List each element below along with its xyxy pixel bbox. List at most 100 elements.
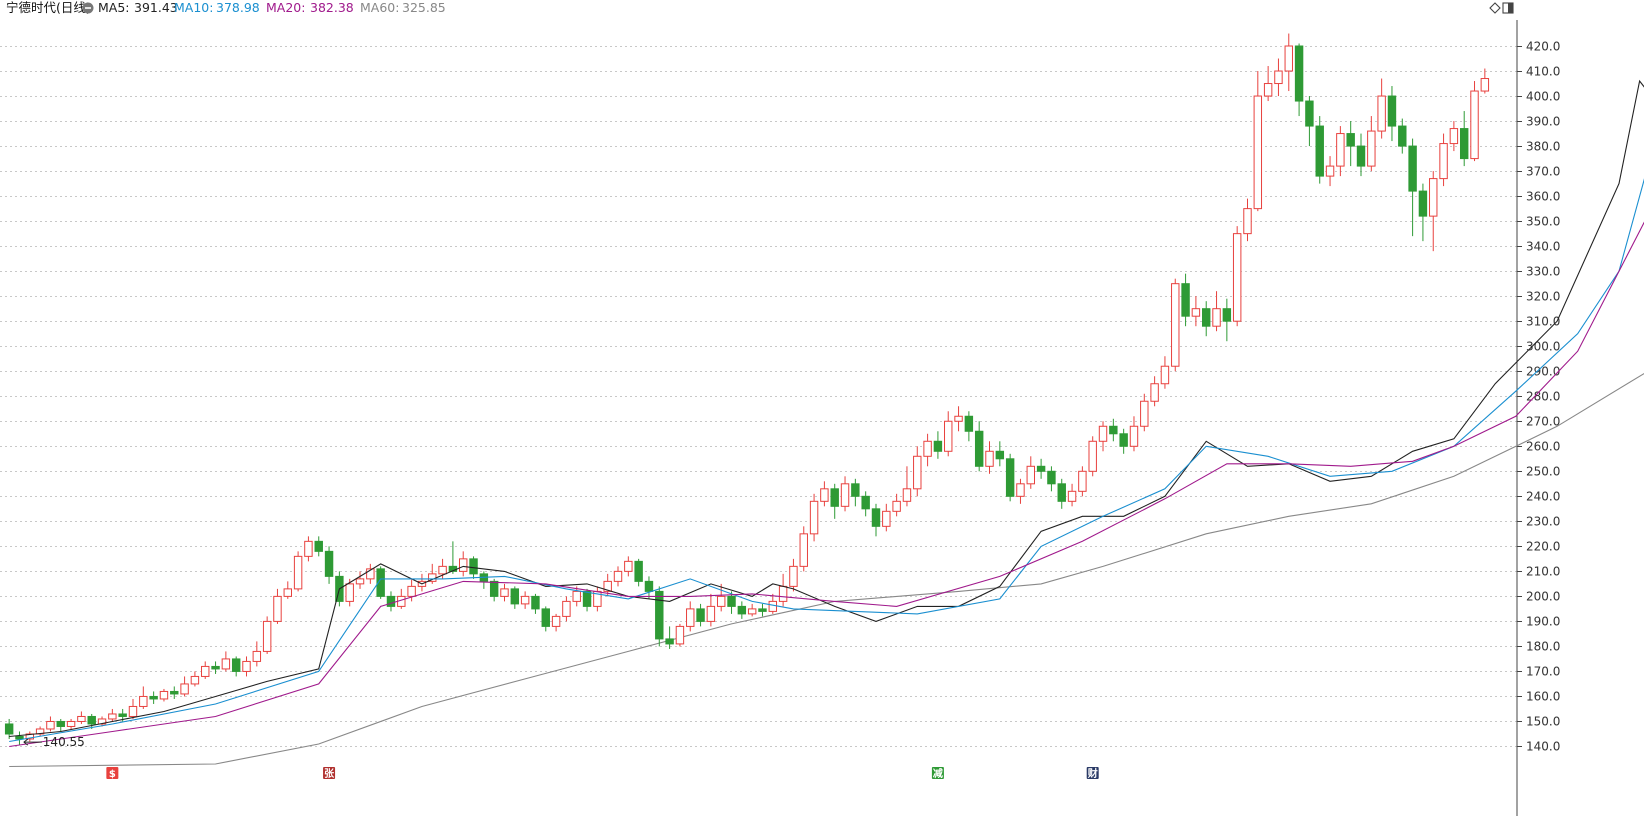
- circle-minus-icon[interactable]: [82, 2, 94, 14]
- event-marker[interactable]: 财: [1086, 767, 1099, 780]
- ma5-line: [9, 79, 1644, 738]
- y-tick-label: 250.0: [1526, 465, 1560, 479]
- candle: [201, 661, 210, 679]
- candle: [531, 593, 540, 614]
- candle-body-up: [459, 558, 468, 572]
- candle: [304, 536, 313, 562]
- candle-body-down: [118, 713, 127, 717]
- candle-body-up: [1067, 490, 1077, 502]
- candle-body-up: [624, 560, 633, 572]
- candle-body-up: [500, 588, 509, 597]
- candle-body-up: [1336, 133, 1345, 167]
- candle-body-down: [87, 715, 96, 725]
- candle-body-up: [1140, 400, 1149, 427]
- candle: [1325, 156, 1335, 187]
- candle-body-down: [324, 550, 334, 577]
- candle-body-down: [974, 430, 984, 467]
- candle-body-down: [1222, 308, 1232, 322]
- candle-body-down: [727, 595, 736, 607]
- candle: [1026, 456, 1035, 489]
- candle: [1439, 133, 1448, 187]
- candle-body-up: [345, 583, 354, 602]
- candle: [809, 493, 819, 542]
- candle: [1202, 301, 1211, 337]
- candle-body-up: [221, 658, 231, 670]
- candle-body-up: [252, 650, 262, 662]
- candle: [56, 718, 65, 732]
- candle: [675, 623, 685, 647]
- candlestick-chart: 宁德时代(日线) MA5: 391.43 MA10: 378.98 MA20: …: [0, 0, 1644, 816]
- stock-title: 宁德时代(日线): [6, 0, 91, 15]
- candle-body-up: [190, 675, 200, 685]
- candle: [820, 481, 829, 507]
- candle-body-up: [1429, 178, 1438, 217]
- candle: [221, 651, 231, 672]
- candle-body-down: [211, 665, 220, 670]
- candle: [1305, 96, 1314, 147]
- event-marker[interactable]: $: [106, 767, 119, 780]
- candle-body-down: [1181, 283, 1190, 317]
- candle-body-up: [789, 565, 798, 587]
- candle: [128, 698, 138, 719]
- candle-body-down: [665, 638, 674, 645]
- candle: [892, 493, 901, 517]
- candle: [46, 716, 55, 732]
- candles: [4, 33, 1490, 746]
- candle-body-up: [1078, 470, 1087, 492]
- candle: [1036, 458, 1046, 479]
- candle-body-up: [242, 660, 251, 672]
- candle: [964, 411, 974, 442]
- event-marker[interactable]: 张: [323, 767, 336, 780]
- candle: [747, 603, 757, 617]
- candle-body-down: [1202, 308, 1211, 327]
- ma60-value: 325.85: [402, 0, 446, 15]
- candle-body-up: [1325, 165, 1335, 177]
- candle-body-down: [830, 488, 839, 507]
- candle: [314, 536, 323, 557]
- candle: [624, 556, 633, 577]
- candle-body-up: [273, 595, 282, 622]
- candle-body-up: [882, 510, 891, 527]
- candle: [293, 551, 303, 592]
- candle: [1005, 453, 1015, 502]
- event-marker[interactable]: 减: [931, 767, 944, 780]
- candle: [1016, 478, 1025, 504]
- candle: [1212, 291, 1221, 332]
- candle-body-up: [1171, 283, 1180, 367]
- candle: [108, 708, 117, 722]
- candle: [799, 526, 808, 572]
- candle: [459, 551, 468, 577]
- candle: [1418, 183, 1428, 242]
- candle-body-down: [4, 723, 14, 735]
- candle: [1078, 466, 1087, 497]
- panel-toggle-icon[interactable]: [1502, 2, 1514, 14]
- candle-body-up: [139, 695, 148, 707]
- candle: [593, 586, 602, 612]
- ma10-line: [9, 178, 1644, 743]
- candle-body-up: [613, 570, 623, 582]
- ma5-value: 391.43: [134, 0, 178, 15]
- candle: [861, 491, 870, 517]
- candle-body-down: [696, 608, 705, 622]
- candle-body-down: [933, 440, 943, 452]
- candle: [882, 503, 891, 532]
- y-tick-label: 300.0: [1526, 340, 1560, 354]
- candle-body-down: [964, 415, 974, 432]
- candle-body-down: [56, 720, 65, 727]
- candle-body-up: [747, 608, 757, 615]
- candle: [1356, 133, 1366, 177]
- event-marker-glyph: 财: [1087, 767, 1098, 780]
- candle-body-up: [1263, 83, 1273, 97]
- candle-body-up: [809, 500, 819, 535]
- ma60-label: MA60:: [360, 0, 399, 15]
- candle: [551, 613, 561, 632]
- y-tick-label: 140.0: [1526, 740, 1560, 754]
- chart-header: 宁德时代(日线) MA5: 391.43 MA10: 378.98 MA20: …: [6, 0, 1514, 15]
- diamond-icon[interactable]: [1489, 2, 1501, 14]
- candle-body-down: [1036, 465, 1046, 472]
- candle-body-down: [1315, 125, 1324, 177]
- candle-body-down: [510, 588, 520, 605]
- candle-body-up: [304, 540, 313, 557]
- candle-body-up: [1016, 483, 1025, 497]
- y-tick-label: 350.0: [1526, 215, 1560, 229]
